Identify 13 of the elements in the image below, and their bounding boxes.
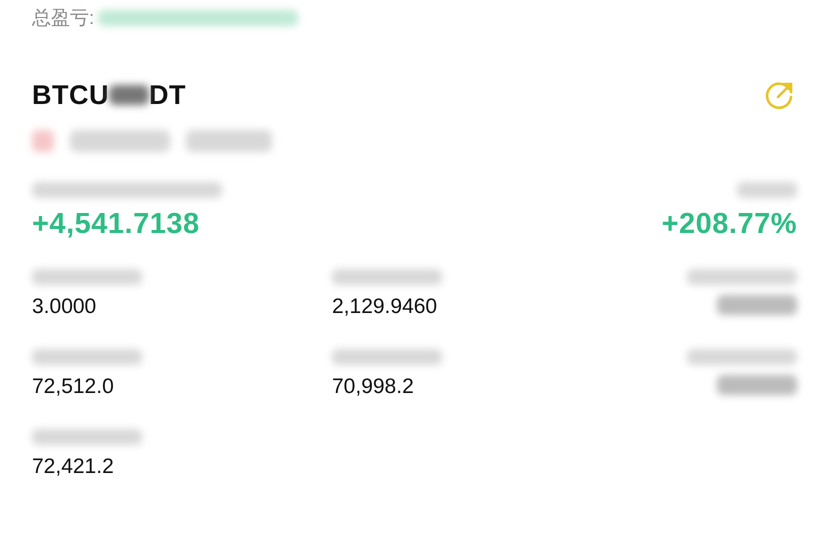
stat-value: 3.0000 — [32, 295, 98, 319]
stat-value: 72,421.2 — [32, 455, 115, 479]
pnl-ratio: +208.77% — [662, 208, 797, 241]
stat-value: 2,129.9460 — [332, 295, 438, 319]
symbol-title: DT — [149, 80, 186, 110]
redacted-mark — [737, 182, 797, 198]
pnl-value: +4,541.7138 — [32, 208, 201, 241]
stat-value: 72,512.0 — [32, 375, 115, 399]
symbol-title: BTCU — [32, 80, 109, 110]
redacted-mark — [32, 130, 54, 152]
total-pnl-label: 总盈亏: — [32, 7, 94, 31]
redacted-mark — [109, 85, 149, 105]
stat-value: 70,998.2 — [332, 375, 415, 399]
